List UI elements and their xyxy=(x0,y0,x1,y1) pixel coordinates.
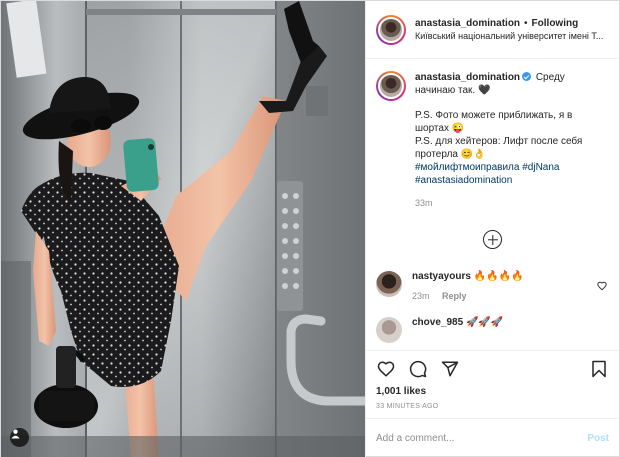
heart-icon xyxy=(377,360,395,377)
instagram-post: anastasia_domination • Following Київськ… xyxy=(0,0,620,457)
caption-line-3: P.S. для хейтеров: Лифт после себя проте… xyxy=(415,136,583,160)
verified-badge-icon xyxy=(522,72,532,81)
caption-line-2: P.S. Фото можете приближать, я в шортах … xyxy=(415,110,573,134)
share-icon xyxy=(441,361,459,376)
caption-username[interactable]: anastasia_domination xyxy=(415,72,520,83)
bookmark-icon xyxy=(592,360,606,377)
load-more-comments[interactable] xyxy=(376,230,609,249)
post-caption: anastasia_domination Среду начинаю так. … xyxy=(376,71,609,210)
comment-button[interactable] xyxy=(408,359,428,379)
post-details-panel: anastasia_domination • Following Київськ… xyxy=(365,1,619,457)
comment-text: 🔥🔥🔥🔥 xyxy=(473,271,524,282)
post-timestamp: 33 MINUTES AGO xyxy=(376,403,439,410)
share-button[interactable] xyxy=(440,359,460,379)
likes-count[interactable]: 1,001 likes xyxy=(366,386,619,400)
reply-button[interactable]: Reply xyxy=(442,291,467,301)
author-username[interactable]: anastasia_domination xyxy=(415,18,520,29)
caption-avatar[interactable] xyxy=(376,71,406,101)
location-link[interactable]: Київський національний університет імені… xyxy=(415,31,615,41)
comment-like-icon[interactable] xyxy=(597,281,607,291)
elevator-selfie-image xyxy=(1,1,365,457)
post-photo[interactable] xyxy=(1,1,365,457)
add-comment-bar: Post xyxy=(366,418,619,457)
comment-icon xyxy=(409,360,427,377)
like-button[interactable] xyxy=(376,359,396,379)
header-separator: • xyxy=(524,18,528,29)
comment-item: chove_985 🚀🚀🚀 xyxy=(376,317,609,343)
user-tag-button[interactable] xyxy=(10,428,29,447)
caption-hashtags[interactable]: #мойлифтмоиправила #djNana #anastasiadom… xyxy=(415,161,601,187)
comment-input[interactable] xyxy=(376,433,588,444)
comment-item: nastyayours 🔥🔥🔥🔥 23m Reply xyxy=(376,271,609,301)
comment-text: 🚀🚀🚀 xyxy=(465,317,504,328)
add-comments-icon xyxy=(483,230,502,249)
comment-username[interactable]: chove_985 xyxy=(412,317,463,328)
post-header: anastasia_domination • Following Київськ… xyxy=(366,1,619,59)
author-avatar[interactable] xyxy=(376,14,406,45)
save-button[interactable] xyxy=(589,359,609,379)
caption-time: 33m xyxy=(415,198,433,208)
comment-username[interactable]: nastyayours xyxy=(412,271,471,282)
user-tag-icon xyxy=(11,429,20,439)
comments-section[interactable]: anastasia_domination Среду начинаю так. … xyxy=(366,59,619,350)
action-bar xyxy=(366,350,619,386)
commenter-avatar[interactable] xyxy=(376,317,402,343)
comment-time: 23m xyxy=(412,291,430,301)
post-comment-button[interactable]: Post xyxy=(587,433,609,444)
commenter-avatar[interactable] xyxy=(376,271,402,297)
following-button[interactable]: Following xyxy=(532,18,579,29)
